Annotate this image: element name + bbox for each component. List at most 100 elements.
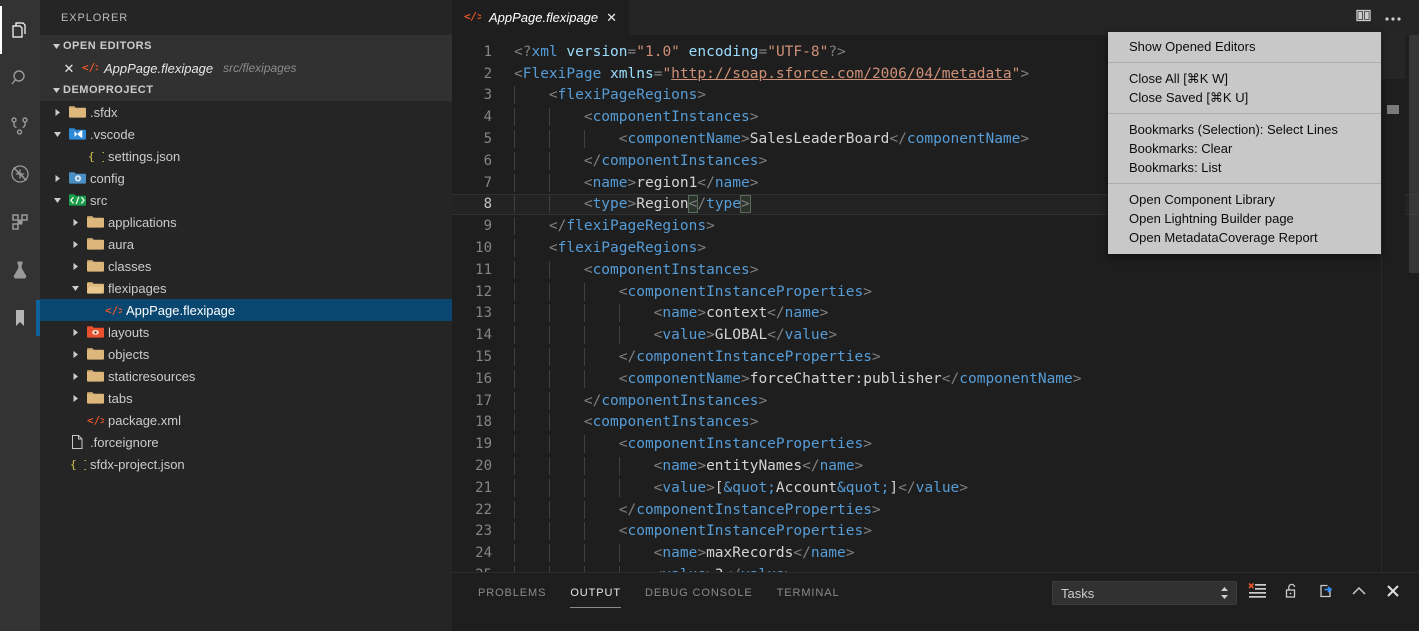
plain-file-icon <box>66 434 88 450</box>
panel-tab-terminal[interactable]: TERMINAL <box>765 573 852 613</box>
panel-tab-debug-console[interactable]: DEBUG CONSOLE <box>633 573 765 613</box>
code-line[interactable]: 15 </componentInstanceProperties> <box>452 346 1419 368</box>
tree-item-src[interactable]: src <box>40 189 452 211</box>
activity-item-run-and-debug[interactable] <box>0 150 40 198</box>
folder-open-icon <box>84 281 106 295</box>
line-number: 17 <box>475 392 492 409</box>
section-open-editors[interactable]: OPEN EDITORS <box>40 35 452 57</box>
section-project[interactable]: DEMOPROJECT <box>40 79 452 101</box>
tree-item-aura[interactable]: aura <box>40 233 452 255</box>
editor-scrollbar-thumb[interactable] <box>1409 35 1419 273</box>
chevron-down-icon <box>48 130 66 139</box>
tree-item-objects[interactable]: objects <box>40 343 452 365</box>
code-token: < <box>514 283 628 300</box>
lock-scroll-button[interactable] <box>1277 579 1305 607</box>
output-channel-select[interactable]: Tasks <box>1052 581 1237 605</box>
tree-item-sfdx-project-json[interactable]: { } sfdx-project.json <box>40 453 452 475</box>
panel-tab-problems[interactable]: PROBLEMS <box>466 573 558 613</box>
editor-vertical-scrollbar[interactable] <box>1405 35 1419 572</box>
code-line[interactable]: 13 <name>context</name> <box>452 303 1419 325</box>
tree-item-package-xml[interactable]: </> package.xml <box>40 409 452 431</box>
tree-item-flexipages[interactable]: flexipages <box>40 277 452 299</box>
menu-item-show-opened-editors[interactable]: Show Opened Editors <box>1108 37 1381 56</box>
code-line[interactable]: 11 <componentInstances> <box>452 259 1419 281</box>
code-line[interactable]: 22 </componentInstanceProperties> <box>452 499 1419 521</box>
activity-item-source-control[interactable] <box>0 102 40 150</box>
tree-item--vscode[interactable]: .vscode <box>40 123 452 145</box>
indent-guide <box>549 435 550 454</box>
tree-item-staticresources[interactable]: staticresources <box>40 365 452 387</box>
xml-file-icon: </> <box>82 59 102 78</box>
menu-item-open-component-library[interactable]: Open Component Library <box>1108 190 1381 209</box>
code-token: value <box>915 479 960 496</box>
menu-item-open-metadatacoverage-report[interactable]: Open MetadataCoverage Report <box>1108 228 1381 247</box>
tree-item-applications[interactable]: applications <box>40 211 452 233</box>
more-actions-button[interactable] <box>1379 0 1407 35</box>
code-token: > <box>1020 65 1030 82</box>
code-line[interactable]: 12 <componentInstanceProperties> <box>452 281 1419 303</box>
code-token: > <box>758 392 768 409</box>
code-token: </ <box>767 305 785 322</box>
menu-item-open-lightning-builder-page[interactable]: Open Lightning Builder page <box>1108 209 1381 228</box>
activity-item-explorer[interactable] <box>0 6 40 54</box>
menu-item-bookmarks-list[interactable]: Bookmarks: List <box>1108 158 1381 177</box>
code-line[interactable]: 19 <componentInstanceProperties> <box>452 433 1419 455</box>
open-in-editor-button[interactable] <box>1311 579 1339 607</box>
code-line[interactable]: 21 <value>[&quot;Account&quot;]</value> <box>452 477 1419 499</box>
activity-item-testing[interactable] <box>0 246 40 294</box>
menu-item-bookmarks-clear[interactable]: Bookmarks: Clear <box>1108 139 1381 158</box>
tree-item-layouts[interactable]: layouts <box>40 321 452 343</box>
tree-item-label: src <box>90 192 108 208</box>
minimap-slider[interactable] <box>1381 35 1405 79</box>
code-token: < <box>514 523 628 540</box>
activity-item-search[interactable] <box>0 54 40 102</box>
activity-item-extensions[interactable] <box>0 198 40 246</box>
tree-item-config[interactable]: config <box>40 167 452 189</box>
tree-item--forceignore[interactable]: .forceignore <box>40 431 452 453</box>
code-line[interactable]: 20 <name>entityNames</name> <box>452 455 1419 477</box>
close-icon[interactable]: ✕ <box>62 62 76 75</box>
activity-item-bookmarks[interactable] <box>0 294 40 342</box>
code-token: > <box>845 545 855 562</box>
editor-context-menu[interactable]: Show Opened Editors Close All [⌘K W] Close… <box>1108 32 1381 254</box>
maximize-panel-button[interactable] <box>1345 579 1373 607</box>
editor-tab-apppage-flexipage[interactable]: </> AppPage.flexipage ✕ <box>452 0 631 35</box>
tree-item-classes[interactable]: classes <box>40 255 452 277</box>
code-line[interactable]: 24 <name>maxRecords</name> <box>452 542 1419 564</box>
activity-bar <box>0 0 40 631</box>
code-line[interactable]: 17 </componentInstances> <box>452 390 1419 412</box>
menu-item-close-all-k-w[interactable]: Close All [⌘K W] <box>1108 69 1381 88</box>
split-editor-button[interactable] <box>1349 0 1377 35</box>
code-token: componentName <box>906 131 1021 148</box>
line-number: 12 <box>475 283 492 300</box>
code-line[interactable]: 18 <componentInstances> <box>452 412 1419 434</box>
code-line[interactable]: 16 <componentName>forceChatter:publisher… <box>452 368 1419 390</box>
panel-tab-output[interactable]: OUTPUT <box>558 573 633 613</box>
code-token: > <box>749 414 759 431</box>
code-token: < <box>514 479 663 496</box>
menu-item-close-saved-k-u[interactable]: Close Saved [⌘K U] <box>1108 88 1381 107</box>
menu-item-bookmarks-selection-select-lines[interactable]: Bookmarks (Selection): Select Lines <box>1108 120 1381 139</box>
code-line[interactable]: 23 <componentInstanceProperties> <box>452 521 1419 543</box>
minimap[interactable] <box>1381 35 1405 572</box>
clear-output-button[interactable] <box>1243 579 1271 607</box>
open-editor-item[interactable]: ✕ </> AppPage.flexipage src/flexipages <box>40 57 452 79</box>
svg-text:{ }: { } <box>70 458 86 471</box>
indent-guide <box>514 239 515 258</box>
indent-guide <box>549 108 550 127</box>
code-token: > <box>697 87 707 104</box>
close-icon[interactable]: ✕ <box>606 10 617 26</box>
close-panel-button[interactable] <box>1379 579 1407 607</box>
line-number: 24 <box>475 545 492 562</box>
tree-item--sfdx[interactable]: .sfdx <box>40 101 452 123</box>
code-token: componentInstances <box>601 392 759 409</box>
tree-item-tabs[interactable]: tabs <box>40 387 452 409</box>
code-token: = <box>758 43 768 60</box>
code-line[interactable]: 14 <value>GLOBAL</value> <box>452 324 1419 346</box>
tree-item-apppage-flexipage[interactable]: </> AppPage.flexipage <box>40 299 452 321</box>
code-line[interactable]: 25 <value>3</value> <box>452 564 1419 572</box>
menu-group: Show Opened Editors <box>1108 36 1381 57</box>
code-token: " <box>662 65 672 82</box>
code-token: Account <box>775 479 838 496</box>
tree-item-settings-json[interactable]: { } settings.json <box>40 145 452 167</box>
